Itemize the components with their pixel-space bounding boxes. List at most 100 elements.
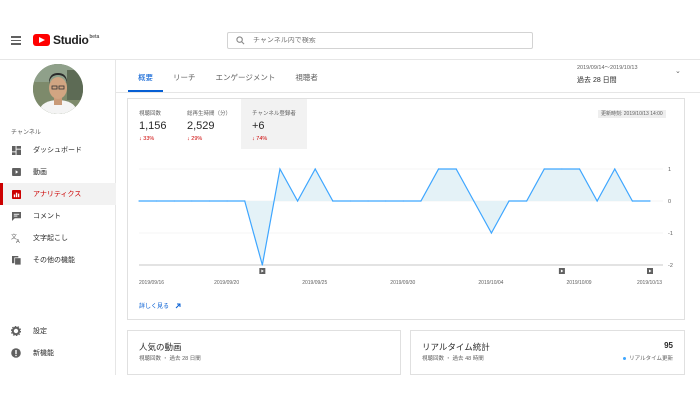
data-point: [208, 200, 211, 202]
chevron-down-icon: ⌄: [675, 68, 681, 75]
subscribers-line-chart[interactable]: 1 0 -1 -2 2019/09/16 2019/09/20 2019/09/25 2019…: [128, 99, 684, 299]
sidebar-item-videos[interactable]: 動画: [0, 161, 116, 183]
sidebar-item-label: アナリティクス: [33, 191, 82, 198]
svg-text:A: A: [16, 239, 20, 243]
video-icon: [11, 167, 21, 177]
tab-reach[interactable]: リーチ: [163, 60, 206, 92]
data-point: [244, 200, 246, 202]
search-input[interactable]: [253, 37, 513, 44]
sidebar-item-subtitles[interactable]: 文A 文字起こし: [0, 227, 116, 249]
whats-new-icon: [11, 348, 21, 358]
see-more-label: 詳しく見る: [139, 304, 170, 310]
channel-avatar[interactable]: [33, 64, 83, 114]
sidebar-item-label: コメント: [33, 213, 61, 220]
tab-overview[interactable]: 概要: [128, 60, 163, 92]
x-tick-label: 2019/09/20: [214, 280, 239, 286]
x-tick-label: 2019/09/16: [139, 280, 164, 286]
x-tick-label: 2019/10/09: [567, 280, 592, 286]
card-title: 人気の動画: [139, 342, 182, 352]
sidebar-item-label: 文字起こし: [33, 235, 68, 242]
data-point: [261, 264, 263, 266]
comment-icon: [11, 211, 21, 221]
sidebar-item-label: その他の機能: [33, 257, 75, 264]
data-point: [473, 200, 475, 202]
analytics-icon: [11, 189, 21, 199]
other-features-icon: [11, 255, 21, 265]
data-point: [173, 200, 175, 202]
card-title: リアルタイム統計: [422, 342, 490, 352]
card-subtitle: 視聴回数 ・ 過去 48 時間: [422, 356, 484, 362]
settings-icon: [11, 326, 21, 336]
data-point: [631, 200, 633, 202]
search-box[interactable]: [227, 32, 533, 49]
data-point: [455, 168, 457, 170]
x-tick-label: 2019/10/13: [637, 280, 662, 286]
sidebar-item-other-features[interactable]: その他の機能: [0, 249, 116, 271]
date-range-text: 2019/09/14〜2019/10/13: [577, 65, 638, 71]
sidebar: チャンネル ダッシュボード 動画 アナリティクス コメント 文A 文字起こし そ…: [0, 60, 116, 375]
data-point: [490, 232, 493, 234]
data-point: [314, 168, 316, 170]
tab-audience[interactable]: 視聴者: [285, 60, 328, 92]
menu-icon[interactable]: [11, 36, 21, 45]
data-point: [138, 200, 140, 202]
card-subtitle: 視聴回数 ・ 過去 28 日間: [139, 356, 201, 362]
overview-card: 視聴回数 1,156 ↓ 33% 総再生時間（分） 2,529 ↓ 29% チャ…: [127, 98, 685, 320]
data-point: [367, 200, 369, 202]
x-tick-label: 2019/09/30: [390, 280, 415, 286]
data-point: [437, 168, 440, 170]
top-bar: Studio beta: [0, 20, 700, 60]
data-point: [279, 168, 281, 170]
y-tick-label: -1: [668, 231, 673, 237]
data-point: [385, 200, 387, 202]
data-point: [596, 200, 598, 202]
logo-text: Studio: [53, 33, 89, 47]
dashboard-icon: [11, 145, 21, 155]
date-range-selector[interactable]: 2019/09/14〜2019/10/13 過去 28 日間 ⌄: [577, 63, 681, 85]
data-point: [156, 200, 158, 202]
youtube-play-icon: [33, 34, 50, 46]
realtime-update-label: リアルタイム更新: [629, 356, 673, 362]
sidebar-item-comments[interactable]: コメント: [0, 205, 116, 227]
sidebar-item-label: ダッシュボード: [33, 147, 82, 154]
see-more-link[interactable]: 詳しく見る: [139, 301, 181, 310]
analytics-tabs: 概要 リーチ エンゲージメント 視聴者: [128, 60, 328, 92]
sidebar-item-label: 動画: [33, 169, 47, 176]
sidebar-item-label: 新機能: [33, 350, 54, 357]
sidebar-item-whats-new[interactable]: 新機能: [0, 342, 116, 364]
channel-label: チャンネル: [11, 130, 41, 136]
x-tick-label: 2019/10/04: [478, 280, 503, 286]
data-point: [191, 200, 193, 202]
tab-engagement[interactable]: エンゲージメント: [206, 60, 286, 92]
data-point: [508, 200, 510, 202]
y-tick-label: -2: [668, 263, 673, 269]
data-point: [332, 200, 334, 202]
x-tick-label: 2019/09/25: [302, 280, 327, 286]
live-dot-icon: [623, 356, 627, 360]
sidebar-item-dashboard[interactable]: ダッシュボード: [0, 139, 116, 161]
data-point: [226, 200, 228, 202]
data-point: [420, 200, 422, 202]
sidebar-item-analytics[interactable]: アナリティクス: [0, 183, 116, 205]
y-tick-label: 0: [668, 199, 671, 205]
sidebar-item-settings[interactable]: 設定: [0, 320, 116, 342]
realtime-update: リアルタイム更新: [623, 354, 673, 362]
data-point: [349, 200, 352, 202]
translate-icon: 文A: [11, 233, 21, 243]
studio-logo[interactable]: Studio beta: [33, 33, 99, 47]
data-point: [649, 200, 651, 202]
data-point: [543, 168, 545, 170]
realtime-count: 95: [664, 341, 673, 350]
data-point: [561, 168, 563, 170]
popular-videos-card[interactable]: 人気の動画 視聴回数 ・ 過去 28 日間: [127, 330, 401, 375]
date-range-period: 過去 28 日間: [577, 77, 617, 84]
area-fill: [139, 169, 650, 265]
realtime-stats-card[interactable]: リアルタイム統計 95 視聴回数 ・ 過去 48 時間 リアルタイム更新: [410, 330, 685, 375]
y-tick-label: 1: [668, 167, 671, 173]
data-point: [402, 200, 404, 202]
data-point: [578, 168, 581, 170]
logo-beta: beta: [89, 34, 100, 40]
sidebar-item-label: 設定: [33, 328, 47, 335]
data-point: [296, 200, 299, 202]
data-point: [614, 168, 616, 170]
